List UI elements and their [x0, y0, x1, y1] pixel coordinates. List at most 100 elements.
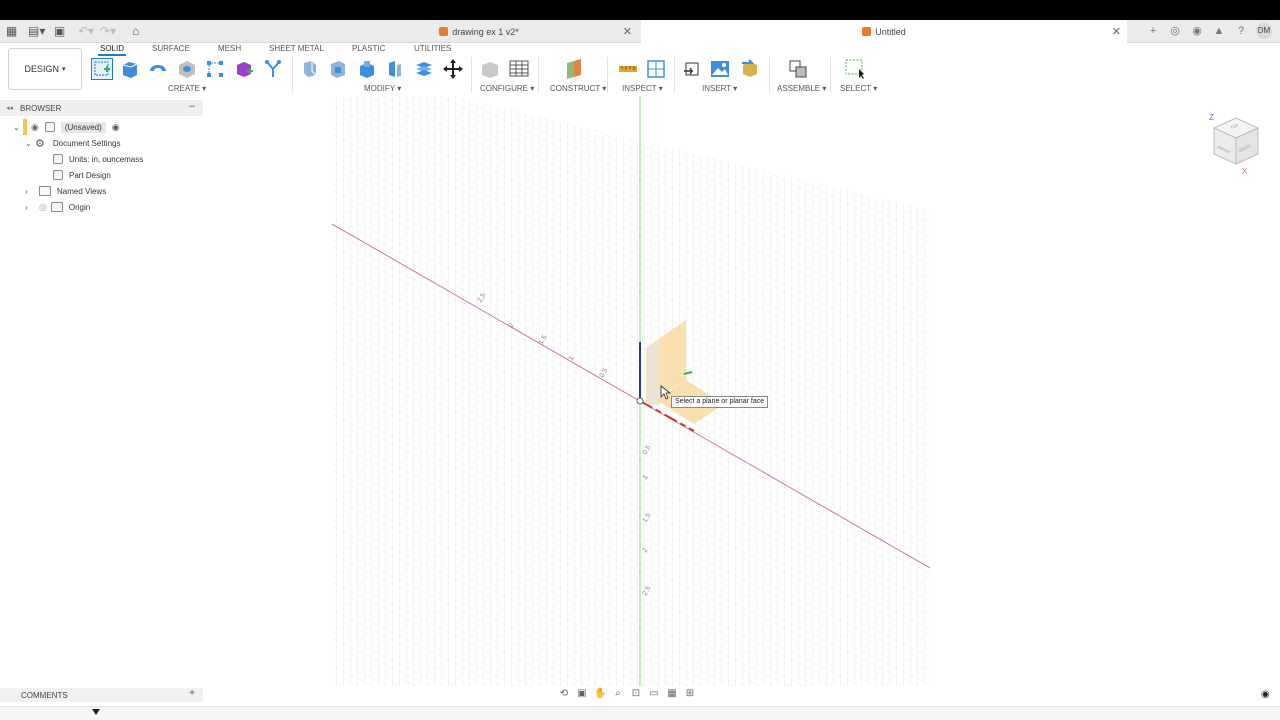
new-tab-icon[interactable]: + — [1146, 24, 1160, 38]
browser-item-named-views[interactable]: › Named Views — [25, 183, 106, 199]
view-cube[interactable]: Z TOP FRONT RIGHT X — [1206, 108, 1266, 178]
add-comment-icon[interactable]: + — [189, 688, 195, 699]
create-menu[interactable]: CREATE ▾ — [168, 84, 206, 93]
units-label: Units: in, ouncemass — [69, 154, 144, 164]
panel-toggle-icon[interactable]: ◂◂ — [6, 104, 13, 112]
job-status-icon[interactable]: ◎ — [1168, 24, 1182, 38]
help-icon[interactable]: ? — [1234, 24, 1248, 38]
extensions-icon[interactable]: ◉ — [1190, 24, 1204, 38]
hole-icon[interactable] — [177, 59, 197, 79]
timeline-bar[interactable] — [0, 706, 1280, 720]
tab-solid[interactable]: SOLID — [97, 44, 127, 56]
insert-menu[interactable]: INSERT ▾ — [702, 84, 737, 93]
configuration-table-icon[interactable] — [509, 59, 529, 79]
pan-icon[interactable]: ✋ — [594, 688, 606, 700]
inspect-menu[interactable]: INSPECT ▾ — [622, 84, 663, 93]
display-settings-icon[interactable]: ▭ — [648, 688, 660, 700]
timeline-marker-icon[interactable] — [92, 709, 100, 715]
fillet-icon[interactable] — [328, 59, 348, 79]
minimize-icon[interactable]: – — [189, 100, 195, 112]
select-menu[interactable]: SELECT ▾ — [840, 84, 877, 93]
expand-arrow-icon[interactable]: ⌄ — [25, 139, 35, 148]
home-icon[interactable]: ⌂ — [132, 24, 139, 38]
browser-header[interactable]: ◂◂ BROWSER – — [0, 100, 203, 116]
tab-utilities[interactable]: UTILITIES — [414, 44, 451, 53]
split-body-icon[interactable] — [385, 59, 405, 79]
folder-icon — [50, 202, 63, 212]
modify-menu[interactable]: MODIFY ▾ — [364, 84, 401, 93]
zoom-icon[interactable]: ⌕ — [612, 688, 624, 700]
undo-icon[interactable]: ↶▾ — [78, 24, 94, 38]
workspace-switcher-button[interactable]: DESIGN ▾ — [8, 48, 82, 90]
configure-menu[interactable]: CONFIGURE ▾ — [480, 84, 534, 93]
tab-label: drawing ex 1 v2* — [452, 26, 519, 37]
pattern-icon[interactable] — [205, 59, 225, 79]
tab-drawing-ex[interactable]: drawing ex 1 v2* ✕ — [320, 20, 638, 43]
press-pull-icon[interactable] — [300, 59, 320, 79]
browser-item-units[interactable]: Units: in, ouncemass — [53, 151, 143, 167]
browser-item-origin[interactable]: › ◎ Origin — [25, 199, 90, 215]
design-file-icon — [862, 27, 872, 36]
hidden-eye-icon[interactable]: ◎ — [39, 202, 47, 213]
expand-arrow-icon[interactable]: › — [25, 187, 35, 196]
browser-root-row[interactable]: ⌄ ◉ (Unsaved) ◉ — [13, 119, 120, 135]
select-icon[interactable] — [845, 59, 865, 79]
section-analysis-icon[interactable] — [646, 59, 666, 79]
revolve-icon[interactable] — [148, 59, 168, 79]
navigation-bar: ⟲ ▣ ✋ ⌕ ⊡ ▭ ▦ ⊞ — [558, 686, 696, 702]
grid-canvas[interactable]: 2.5 2 1.5 1 0.5 0.5 1 1.5 2 2.5 — [0, 96, 1280, 686]
browser-item-part-design[interactable]: Part Design — [53, 167, 111, 183]
avatar[interactable]: DM — [1256, 23, 1272, 39]
document-icon — [44, 122, 55, 132]
ribbon-toolbar: DESIGN ▾ SOLID SURFACE MESH SHEET METAL … — [0, 43, 1280, 96]
configure-icon[interactable] — [480, 59, 500, 79]
save-icon[interactable]: ▣ — [54, 24, 65, 38]
file-menu-icon[interactable]: ▤▾ — [28, 24, 45, 38]
tab-mesh[interactable]: MESH — [218, 44, 241, 53]
move-icon[interactable] — [443, 59, 463, 79]
activate-radio-icon[interactable]: ◉ — [112, 122, 120, 133]
tab-untitled[interactable]: Untitled ✕ — [641, 20, 1127, 43]
create-sketch-icon[interactable] — [91, 58, 113, 80]
create-form-icon[interactable] — [234, 59, 254, 79]
yz-plane[interactable] — [646, 340, 660, 405]
assistant-icon[interactable]: ◉ — [1261, 689, 1270, 700]
construct-menu[interactable]: CONSTRUCT ▾ — [550, 84, 606, 93]
redo-icon[interactable]: ↷▾ — [100, 24, 116, 38]
fit-icon[interactable]: ⊡ — [630, 688, 642, 700]
folder-icon — [39, 186, 51, 196]
header-right-icons: + ◎ ◉ ▲ ? DM — [1146, 23, 1272, 39]
visibility-eye-icon[interactable]: ◉ — [31, 122, 39, 133]
tab-surface[interactable]: SURFACE — [152, 44, 190, 53]
insert-derive-icon[interactable] — [682, 59, 702, 79]
tab-sheet-metal[interactable]: SHEET METAL — [269, 44, 324, 53]
look-at-icon[interactable]: ▣ — [576, 688, 588, 700]
origin-point[interactable] — [636, 397, 644, 405]
app-grid-icon[interactable]: ▦ — [6, 24, 17, 38]
assemble-menu[interactable]: ASSEMBLE ▾ — [777, 84, 826, 93]
viewports-icon[interactable]: ⊞ — [684, 688, 696, 700]
orbit-icon[interactable]: ⟲ — [558, 688, 570, 700]
expand-arrow-icon[interactable]: ⌄ — [13, 123, 23, 132]
insert-label: INSERT — [702, 84, 732, 93]
divider — [471, 57, 472, 93]
insert-mcmaster-icon[interactable] — [740, 59, 760, 79]
expand-arrow-icon[interactable]: › — [25, 203, 35, 212]
close-tab-icon[interactable]: ✕ — [623, 25, 632, 38]
close-tab-icon[interactable]: ✕ — [1112, 25, 1121, 38]
notifications-icon[interactable]: ▲ — [1212, 24, 1226, 38]
comments-panel[interactable]: COMMENTS + — [0, 688, 203, 702]
combine-icon[interactable] — [414, 59, 434, 79]
insert-image-icon[interactable] — [710, 59, 730, 79]
extrude-icon[interactable] — [120, 59, 140, 79]
derive-icon[interactable] — [263, 59, 283, 79]
divider — [292, 57, 293, 93]
tab-plastic[interactable]: PLASTIC — [352, 44, 385, 53]
measure-icon[interactable] — [618, 59, 638, 79]
new-component-icon[interactable] — [788, 59, 808, 79]
browser-item-document-settings[interactable]: ⌄ ⚙ Document Settings — [25, 135, 120, 151]
offset-plane-icon[interactable] — [564, 59, 584, 79]
shell-icon[interactable] — [357, 59, 377, 79]
grid-settings-icon[interactable]: ▦ — [666, 688, 678, 700]
canvas-viewport[interactable]: 2.5 2 1.5 1 0.5 0.5 1 1.5 2 2.5 — [0, 96, 1280, 686]
